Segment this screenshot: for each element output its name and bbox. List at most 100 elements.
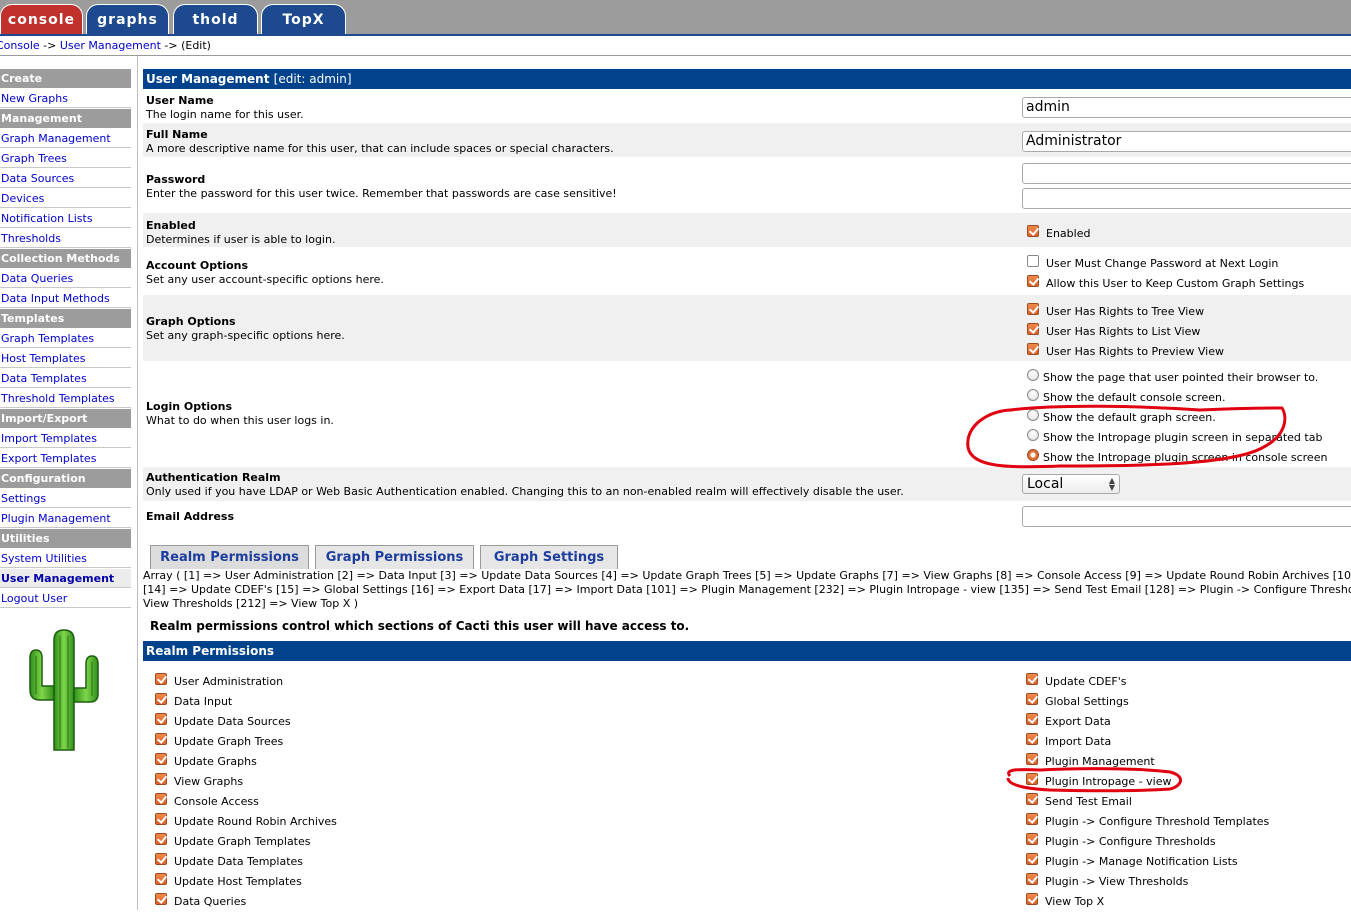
menu-item-host-templates[interactable]: Host Templates	[0, 349, 131, 368]
menu-item-export-templates[interactable]: Export Templates	[0, 449, 131, 468]
realm-permission-checkbox[interactable]	[1026, 813, 1038, 825]
realm-permission-checkbox[interactable]	[155, 853, 167, 865]
menu-item-devices[interactable]: Devices	[0, 189, 131, 208]
realm-permission-checkbox[interactable]	[155, 813, 167, 825]
menu-item-data-queries[interactable]: Data Queries	[0, 269, 131, 288]
must-change-password-checkbox[interactable]	[1027, 255, 1039, 267]
realm-note: Realm permissions control which sections…	[150, 619, 690, 633]
login-option-radio-console[interactable]	[1027, 389, 1039, 401]
enabled-checkbox[interactable]	[1027, 225, 1039, 237]
realm-permission-checkbox[interactable]	[155, 693, 167, 705]
realm-permission-checkbox[interactable]	[1026, 833, 1038, 845]
login-option-radio-graph[interactable]	[1027, 409, 1039, 421]
menu-item-new-graphs[interactable]: New Graphs	[0, 89, 131, 108]
breadcrumb-divider	[0, 55, 1351, 56]
keep-custom-graph-settings-label: Allow this User to Keep Custom Graph Set…	[1046, 277, 1305, 290]
realm-permission-checkbox[interactable]	[155, 773, 167, 785]
menu-item-graph-trees[interactable]: Graph Trees	[0, 149, 131, 168]
must-change-password-label: User Must Change Password at Next Login	[1046, 257, 1279, 270]
menu-item-plugin-management[interactable]: Plugin Management	[0, 509, 131, 528]
password-input[interactable]	[1022, 163, 1351, 184]
menu-item-user-management[interactable]: User Management	[0, 569, 131, 588]
tab-topx[interactable]: TopX	[261, 4, 346, 34]
debug-array-output: Array ( [1] => User Administration [2] =…	[143, 569, 1351, 611]
realm-permission-label: Global Settings	[1045, 695, 1129, 708]
menu-item-import-templates[interactable]: Import Templates	[0, 429, 131, 448]
realm-permission-label: Console Access	[174, 795, 259, 808]
menu-item-logout-user[interactable]: Logout User	[0, 589, 131, 608]
email-input[interactable]	[1022, 506, 1351, 527]
tab-graph-permissions[interactable]: Graph Permissions	[315, 545, 474, 569]
login-option-radio-browser-page[interactable]	[1027, 369, 1039, 381]
menu-item-notification-lists[interactable]: Notification Lists	[0, 209, 131, 228]
enabled-option-label: Enabled	[1046, 227, 1091, 240]
password-confirm-input[interactable]	[1022, 188, 1351, 209]
menu-item-graph-management[interactable]: Graph Management	[0, 129, 131, 148]
menu-item-data-sources[interactable]: Data Sources	[0, 169, 131, 188]
realm-permission-label: Update CDEF's	[1045, 675, 1127, 688]
form-row-auth-realm: Authentication Realm Only used if you ha…	[143, 467, 1351, 501]
menu-item-threshold-templates[interactable]: Threshold Templates	[0, 389, 131, 408]
full-name-desc: A more descriptive name for this user, t…	[146, 142, 614, 155]
realm-permission-checkbox[interactable]	[1026, 673, 1038, 685]
realm-permission-checkbox[interactable]	[155, 733, 167, 745]
realm-permission-checkbox[interactable]	[1026, 713, 1038, 725]
realm-permission-checkbox[interactable]	[1026, 733, 1038, 745]
realm-permission-checkbox[interactable]	[155, 833, 167, 845]
realm-permission-checkbox[interactable]	[155, 673, 167, 685]
realm-permission-checkbox[interactable]	[155, 893, 167, 905]
menu-item-data-templates[interactable]: Data Templates	[0, 369, 131, 388]
tab-realm-permissions[interactable]: Realm Permissions	[150, 545, 309, 569]
realm-permission-checkbox[interactable]	[1026, 693, 1038, 705]
realm-permission-label: Update Round Robin Archives	[174, 815, 337, 828]
realm-permission-checkbox[interactable]	[1026, 753, 1038, 765]
keep-custom-graph-settings-checkbox[interactable]	[1027, 275, 1039, 287]
tree-view-rights-checkbox[interactable]	[1027, 303, 1039, 315]
tab-thold[interactable]: thold	[173, 4, 258, 34]
realm-permission-checkbox[interactable]	[1026, 893, 1038, 905]
list-view-rights-checkbox[interactable]	[1027, 323, 1039, 335]
realm-permission-checkbox[interactable]	[1026, 853, 1038, 865]
tab-graph-settings[interactable]: Graph Settings	[480, 545, 618, 569]
select-arrows-icon: ▲ ▼	[1108, 476, 1115, 492]
realm-permission-checkbox[interactable]	[155, 753, 167, 765]
page-subtitle: [edit: admin]	[273, 72, 352, 86]
preview-view-rights-checkbox[interactable]	[1027, 343, 1039, 355]
auth-realm-select[interactable]: Local ▲ ▼	[1022, 474, 1120, 494]
realm-permission-label: View Top X	[1045, 895, 1105, 908]
realm-permission-checkbox[interactable]	[155, 873, 167, 885]
realm-permission-checkbox[interactable]	[155, 793, 167, 805]
tab-graphs[interactable]: graphs	[86, 4, 169, 34]
menu-item-data-input-methods[interactable]: Data Input Methods	[0, 289, 131, 308]
enabled-desc: Determines if user is able to login.	[146, 233, 336, 246]
breadcrumb-current: (Edit)	[181, 39, 211, 52]
page-title: User Management	[146, 72, 270, 86]
menu-header-import-export: Import/Export	[0, 409, 131, 428]
login-option-radio-intropage-console[interactable]	[1027, 449, 1039, 461]
auth-realm-label: Authentication Realm	[146, 471, 281, 484]
breadcrumb-separator: ->	[160, 39, 182, 52]
full-name-input[interactable]: Administrator	[1022, 131, 1351, 152]
menu-item-thresholds[interactable]: Thresholds	[0, 229, 131, 248]
form-row-enabled: Enabled Determines if user is able to lo…	[143, 213, 1351, 247]
realm-permission-checkbox[interactable]	[1026, 793, 1038, 805]
realm-permission-checkbox[interactable]	[1026, 873, 1038, 885]
realm-permission-label: Export Data	[1045, 715, 1111, 728]
form-row-password: Password Enter the password for this use…	[143, 157, 1351, 213]
realm-permission-checkbox[interactable]	[1026, 773, 1038, 785]
menu-item-graph-templates[interactable]: Graph Templates	[0, 329, 131, 348]
form-row-account-options: Account Options Set any user account-spe…	[143, 247, 1351, 295]
realm-permission-label: Data Queries	[174, 895, 247, 908]
sidebar-menu: Create New Graphs Management Graph Manag…	[0, 69, 131, 609]
enabled-label: Enabled	[146, 219, 196, 232]
menu-item-system-utilities[interactable]: System Utilities	[0, 549, 131, 568]
breadcrumb-user-management-link[interactable]: User Management	[60, 39, 161, 52]
tab-console[interactable]: console	[0, 4, 83, 34]
top-divider	[0, 34, 1351, 36]
form-row-email: Email Address	[143, 501, 1351, 535]
breadcrumb-console-link[interactable]: Console	[0, 39, 40, 52]
menu-item-settings[interactable]: Settings	[0, 489, 131, 508]
login-option-radio-intropage-tab[interactable]	[1027, 429, 1039, 441]
user-name-input[interactable]: admin	[1022, 97, 1351, 118]
realm-permission-checkbox[interactable]	[155, 713, 167, 725]
